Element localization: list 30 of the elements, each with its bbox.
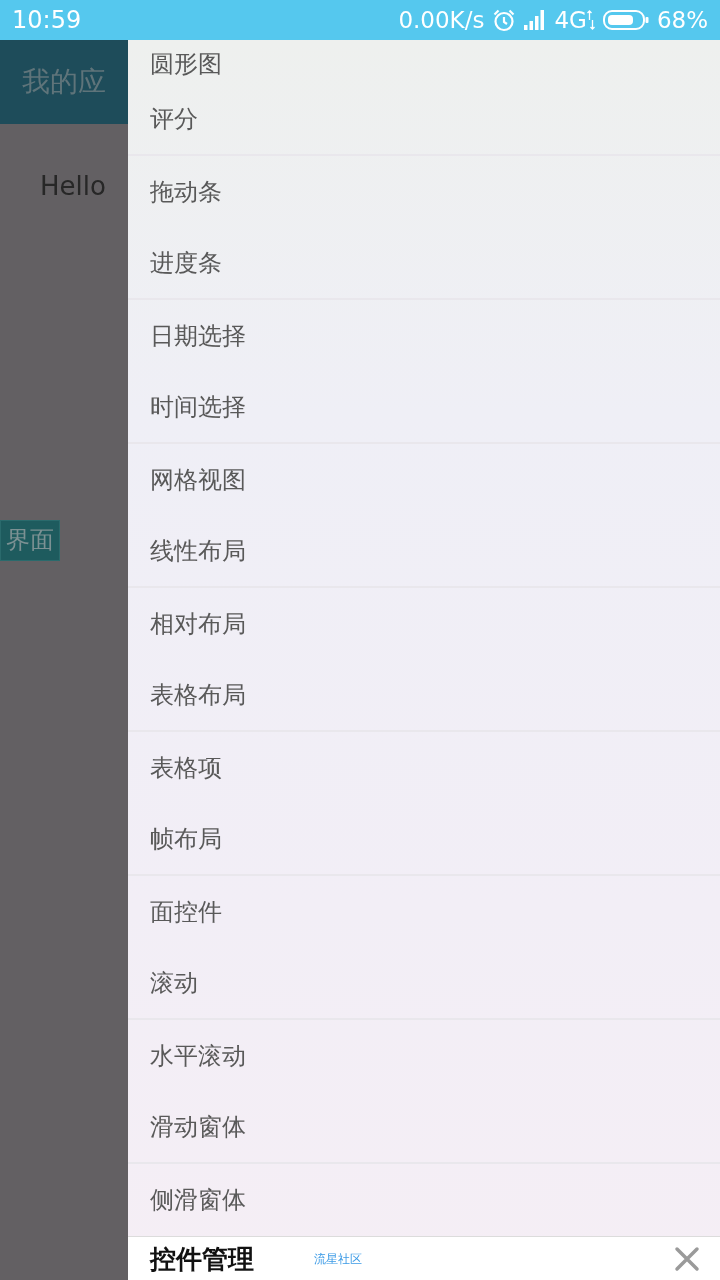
signal-icon bbox=[524, 10, 547, 30]
menu-item[interactable]: 帧布局 bbox=[128, 804, 720, 876]
network-type-text: 4G bbox=[554, 5, 587, 35]
menu-item[interactable]: 相对布局 bbox=[128, 588, 720, 660]
menu-item[interactable]: 进度条 bbox=[128, 228, 720, 300]
menu-item[interactable]: 水平滚动 bbox=[128, 1020, 720, 1092]
menu-item[interactable]: 表格项 bbox=[128, 732, 720, 804]
menu-item[interactable]: 线性布局 bbox=[128, 516, 720, 588]
menu-item[interactable]: 表格布局 bbox=[128, 660, 720, 732]
alarm-clock-icon bbox=[492, 8, 517, 32]
hello-text: Hello bbox=[40, 172, 107, 200]
community-link[interactable]: 流星社区 bbox=[314, 1249, 362, 1268]
status-time: 10:59 bbox=[12, 5, 82, 36]
battery-percent-text: 68% bbox=[656, 5, 708, 35]
menu-item[interactable]: 滑动窗体 bbox=[128, 1092, 720, 1164]
menu-item[interactable]: 圆形图 bbox=[128, 40, 720, 84]
data-arrows-icon bbox=[586, 10, 595, 30]
menu-item[interactable]: 滚动 bbox=[128, 948, 720, 1020]
menu-item[interactable]: 日期选择 bbox=[128, 300, 720, 372]
toolbar-title: 我的应 bbox=[22, 64, 106, 100]
menu-item[interactable]: 评分 bbox=[128, 84, 720, 156]
menu-item[interactable]: 时间选择 bbox=[128, 372, 720, 444]
menu-item[interactable]: 面控件 bbox=[128, 876, 720, 948]
menu-item[interactable]: 网格视图 bbox=[128, 444, 720, 516]
menu-item[interactable]: 拖动条 bbox=[128, 156, 720, 228]
close-icon[interactable] bbox=[674, 1245, 700, 1272]
battery-icon bbox=[602, 10, 649, 30]
network-speed-text: 0.00K/s bbox=[398, 5, 485, 35]
menu-item[interactable]: 侧滑窗体 bbox=[128, 1164, 720, 1236]
panel-title: 控件管理 bbox=[150, 1243, 254, 1274]
